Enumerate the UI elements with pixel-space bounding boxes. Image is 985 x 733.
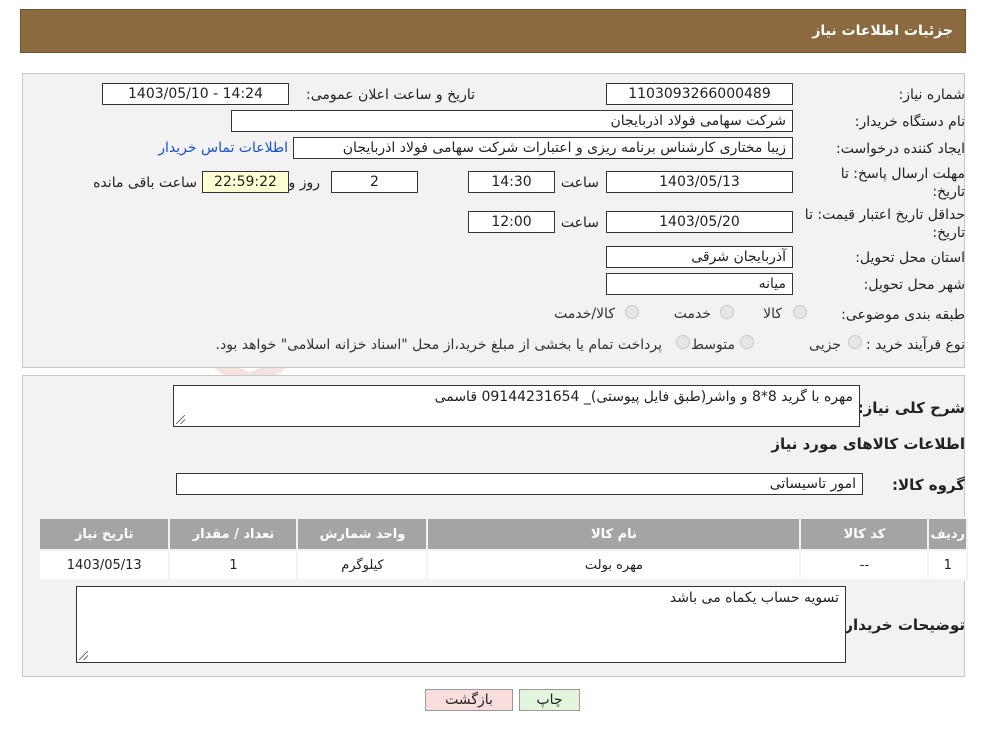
resize-grip-icon[interactable] — [176, 415, 185, 424]
category-option-goods: کالا — [763, 306, 782, 322]
buyer-contact-link[interactable]: اطلاعات تماس خریدار — [158, 140, 288, 156]
validity-time-label: ساعت — [560, 215, 599, 231]
city-label: شهر محل تحویل: — [863, 277, 965, 293]
deadline-date-field[interactable]: 1403/05/13 — [606, 171, 793, 193]
col-goods-code: کد کالا — [801, 519, 928, 549]
need-number-label: شماره نیاز: — [898, 87, 966, 103]
deadline-label: مهلت ارسال پاسخ: تا — [840, 166, 965, 182]
announce-datetime-field[interactable]: 1403/05/10 - 14:24 — [102, 83, 289, 105]
cell-row-number: 1 — [929, 551, 966, 579]
buyer-notes-text: تسویه حساب یکماه می باشد — [669, 590, 839, 606]
remaining-time-field: 22:59:22 — [202, 171, 289, 193]
creator-label: ایجاد کننده درخواست: — [836, 141, 965, 157]
category-option-goods-service: کالا/خدمت — [554, 306, 615, 322]
remaining-label: ساعت باقی مانده — [93, 175, 197, 191]
days-field[interactable]: 2 — [331, 171, 418, 193]
announce-label: تاریخ و ساعت اعلان عمومی: — [306, 87, 475, 103]
province-label: استان محل تحویل: — [855, 250, 965, 266]
page-header: جزئیات اطلاعات نیاز — [20, 9, 966, 53]
cell-unit: کیلوگرم — [298, 551, 427, 579]
city-field[interactable]: میانه — [606, 273, 793, 295]
process-radio-medium[interactable] — [740, 335, 754, 349]
process-checkbox-treasury[interactable] — [676, 335, 690, 349]
category-radio-service[interactable] — [720, 305, 734, 319]
col-row-number: ردیف — [929, 519, 966, 549]
col-unit: واحد شمارش — [298, 519, 427, 549]
process-option-minor: جزیی — [809, 337, 841, 353]
description-text: مهره با گرید 8*8 و واشر(طبق فایل پیوستی)… — [434, 389, 853, 405]
description-label: شرح کلی نیاز: — [857, 399, 965, 417]
page-title: جزئیات اطلاعات نیاز — [812, 23, 953, 39]
deadline-label-line2: تاریخ: — [932, 184, 965, 200]
description-textarea[interactable]: مهره با گرید 8*8 و واشر(طبق فایل پیوستی)… — [173, 385, 860, 427]
creator-field[interactable]: زیبا مختاری کارشناس برنامه ریزی و اعتبار… — [293, 137, 793, 159]
resize-grip-icon[interactable] — [79, 651, 88, 660]
cell-need-date: 1403/05/13 — [40, 551, 169, 579]
province-field[interactable]: آذربایجان شرقی — [606, 246, 793, 268]
process-treasury-note: پرداخت تمام یا بخشی از مبلغ خرید،از محل … — [215, 337, 662, 353]
table-row[interactable]: 1 -- مهره بولت کیلوگرم 1 1403/05/13 — [40, 551, 966, 579]
goods-group-field[interactable]: امور تاسیساتی — [176, 473, 863, 495]
goods-info-title: اطلاعات کالاهای مورد نیاز — [771, 435, 965, 453]
deadline-time-field[interactable]: 14:30 — [468, 171, 555, 193]
validity-label-line2: تاریخ: — [932, 225, 965, 241]
need-number-field[interactable]: 1103093266000489 — [606, 83, 793, 105]
buyer-notes-textarea[interactable]: تسویه حساب یکماه می باشد — [76, 586, 846, 663]
buyer-org-field[interactable]: شرکت سهامی فولاد اذربایجان — [231, 110, 793, 132]
goods-table-header: ردیف کد کالا نام کالا واحد شمارش تعداد /… — [40, 519, 966, 549]
cell-quantity: 1 — [170, 551, 297, 579]
print-button[interactable]: چاپ — [519, 689, 580, 711]
back-button[interactable]: بازگشت — [425, 689, 513, 711]
category-radio-goods[interactable] — [793, 305, 807, 319]
goods-group-label: گروه کالا: — [892, 476, 965, 494]
validity-time-field[interactable]: 12:00 — [468, 211, 555, 233]
col-quantity: تعداد / مقدار — [170, 519, 297, 549]
goods-table: ردیف کد کالا نام کالا واحد شمارش تعداد /… — [38, 517, 968, 581]
col-goods-name: نام کالا — [428, 519, 800, 549]
process-radio-minor[interactable] — [848, 335, 862, 349]
days-label: روز و — [288, 175, 321, 191]
col-need-date: تاریخ نیاز — [40, 519, 169, 549]
process-label: نوع فرآیند خرید : — [866, 337, 965, 353]
category-label: طبقه بندی موضوعی: — [841, 307, 965, 323]
buyer-org-label: نام دستگاه خریدار: — [854, 114, 965, 130]
cell-goods-code: -- — [801, 551, 928, 579]
validity-date-field[interactable]: 1403/05/20 — [606, 211, 793, 233]
category-radio-goods-service[interactable] — [625, 305, 639, 319]
category-option-service: خدمت — [673, 306, 711, 322]
process-option-medium: متوسط — [691, 337, 735, 353]
validity-label: حداقل تاریخ اعتبار قیمت: تا — [804, 207, 965, 223]
cell-goods-name: مهره بولت — [428, 551, 800, 579]
buyer-notes-label: توضیحات خریدار: — [838, 616, 965, 634]
deadline-time-label: ساعت — [560, 175, 599, 191]
